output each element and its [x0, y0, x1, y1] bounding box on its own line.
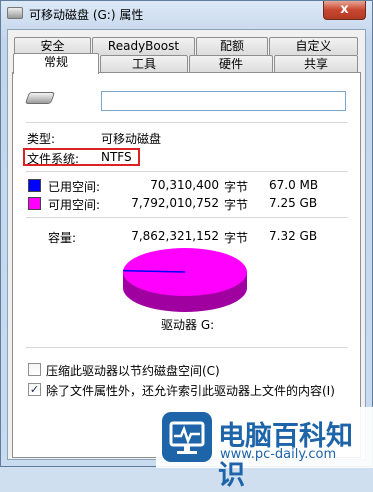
close-button[interactable]: x — [323, 1, 366, 20]
drive-name-input[interactable] — [101, 91, 346, 111]
watermark: 电脑百科知识 www.pc-daily.com — [156, 407, 373, 491]
title-bar: 可移动磁盘 (G:) 属性 x — [1, 1, 372, 27]
filesystem-highlight-box — [23, 148, 140, 166]
free-space-label: 可用空间: — [48, 198, 101, 212]
free-space-unit: 字节 — [224, 198, 249, 212]
compress-label: 压缩此驱动器以节约磁盘空间(C) — [46, 364, 220, 378]
window-title: 可移动磁盘 (G:) 属性 — [29, 8, 144, 22]
free-space-swatch — [28, 197, 41, 210]
capacity-label: 容量: — [48, 231, 77, 245]
index-label: 除了文件属性外，还允许索引此驱动器上文件的内容(I) — [46, 384, 335, 398]
index-checkbox[interactable]: ✓ — [28, 383, 41, 396]
capacity-bytes: 7,862,321,152 — [131, 229, 219, 243]
divider — [26, 217, 348, 218]
type-value: 可移动磁盘 — [101, 132, 162, 146]
tab-sharing[interactable]: 共享 — [274, 55, 358, 73]
usb-drive-icon — [24, 92, 56, 104]
tab-tools[interactable]: 工具 — [100, 55, 188, 73]
type-label: 类型: — [27, 132, 56, 146]
tab-customize[interactable]: 自定义 — [269, 37, 358, 55]
tab-quota[interactable]: 配额 — [196, 37, 268, 55]
used-space-size: 67.0 MB — [269, 178, 319, 192]
logo-graphic — [169, 421, 205, 454]
removable-drive-icon — [7, 7, 23, 19]
used-space-bytes: 70,310,400 — [150, 178, 219, 192]
used-space-unit: 字节 — [224, 180, 249, 194]
used-space-swatch — [28, 179, 41, 192]
tab-hardware[interactable]: 硬件 — [189, 55, 273, 73]
free-space-size: 7.25 GB — [269, 196, 318, 210]
monitor-logo-icon — [162, 412, 212, 462]
capacity-size: 7.32 GB — [269, 229, 318, 243]
used-space-label: 已用空间: — [48, 180, 101, 194]
disk-usage-pie — [123, 248, 247, 312]
watermark-url: www.pc-daily.com — [220, 447, 337, 462]
free-space-bytes: 7,792,010,752 — [131, 196, 219, 210]
capacity-unit: 字节 — [224, 231, 249, 245]
tab-general[interactable]: 常规 — [13, 53, 99, 74]
tab-readyboost[interactable]: ReadyBoost — [92, 37, 195, 55]
compress-checkbox[interactable] — [28, 363, 41, 376]
divider — [26, 347, 348, 348]
divider — [26, 122, 348, 123]
divider — [26, 171, 348, 172]
drive-letter-label: 驱动器 G: — [161, 318, 215, 332]
properties-window: 可移动磁盘 (G:) 属性 x 安全 ReadyBoost 配额 自定义 常规 … — [0, 0, 373, 491]
